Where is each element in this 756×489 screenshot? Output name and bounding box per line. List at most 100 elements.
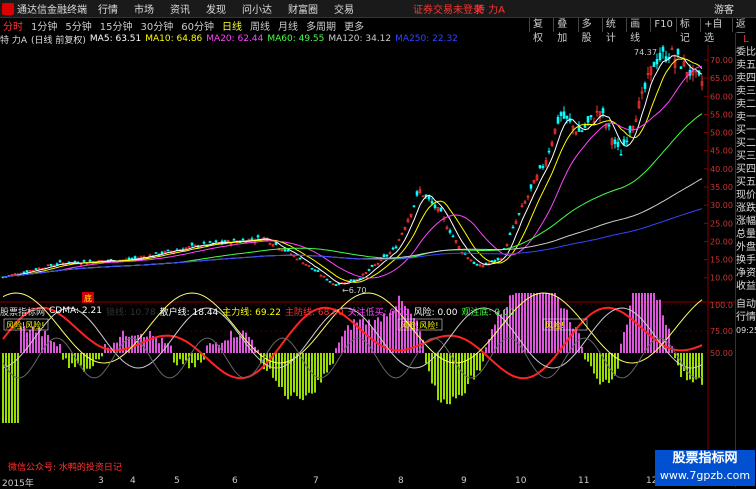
indicator-bar-up bbox=[20, 326, 22, 353]
draw-line-button[interactable]: 画线 bbox=[626, 18, 650, 44]
candle-body bbox=[133, 256, 137, 259]
trade-login-status[interactable]: 证券交易未登录 bbox=[413, 1, 483, 16]
indicator-bar-down bbox=[284, 353, 286, 396]
tab-intraday[interactable]: 分时 bbox=[2, 18, 24, 33]
candle-body bbox=[451, 235, 455, 238]
guest-user[interactable]: 游客 bbox=[714, 1, 734, 16]
indicator-bar-up bbox=[515, 293, 517, 353]
tab-daily[interactable]: 日线 bbox=[221, 18, 243, 33]
panel-auto[interactable]: 自动 bbox=[736, 298, 756, 311]
back-button[interactable]: 返回 bbox=[731, 18, 756, 44]
date-axis: 2015年 3 4 5 6 7 8 9 10 11 12 bbox=[0, 476, 657, 489]
date-tick-5: 5 bbox=[174, 476, 180, 486]
panel-turnover: 换手 bbox=[736, 255, 756, 266]
tab-multi-period[interactable]: 多周期 bbox=[305, 18, 337, 33]
tab-1min[interactable]: 1分钟 bbox=[30, 18, 58, 33]
price-tick-label: 35.00 bbox=[710, 183, 733, 192]
panel-bid4: 买四 bbox=[736, 164, 756, 175]
tab-5min[interactable]: 5分钟 bbox=[64, 18, 92, 33]
menu-item-wealth[interactable]: 财富圈 bbox=[288, 1, 318, 16]
indicator-bar-down bbox=[470, 353, 472, 376]
multi-stock-button[interactable]: 多股 bbox=[577, 18, 602, 44]
candle-body bbox=[283, 249, 287, 252]
tab-weekly[interactable]: 周线 bbox=[249, 18, 271, 33]
indicator-bar-up bbox=[341, 336, 343, 353]
tab-monthly[interactable]: 月线 bbox=[277, 18, 299, 33]
indicator-bar-up bbox=[659, 299, 661, 353]
indicator-bar-down bbox=[587, 353, 589, 362]
panel-quote[interactable]: 行情 bbox=[736, 311, 756, 324]
candle-body bbox=[370, 264, 374, 267]
indicator-bar-up bbox=[581, 346, 583, 353]
indicator-bar-up bbox=[53, 342, 55, 353]
candle-body bbox=[433, 204, 437, 208]
indicator-bar-down bbox=[701, 353, 703, 385]
indicator-bar-down bbox=[68, 353, 70, 369]
tab-30min[interactable]: 30分钟 bbox=[139, 18, 174, 33]
f10-button[interactable]: F10 bbox=[650, 18, 675, 32]
indicator-bar-down bbox=[176, 353, 178, 366]
panel-change-pct: 涨幅 bbox=[736, 216, 756, 227]
ma250-label: MA250: 22.32 bbox=[395, 34, 458, 44]
price-tick-label: 65.00 bbox=[710, 74, 733, 83]
date-tick-7: 7 bbox=[313, 476, 319, 486]
menu-item-trade[interactable]: 交易 bbox=[334, 1, 354, 16]
panel-commit-ratio: 委比 bbox=[736, 47, 756, 58]
indicator-bar-down bbox=[275, 353, 277, 381]
candle-body bbox=[559, 112, 563, 116]
candle-body bbox=[367, 269, 371, 271]
panel-ask4: 卖四 bbox=[736, 73, 756, 84]
ma60-label: MA60: 49.55 bbox=[267, 34, 325, 44]
menu-item-quotes[interactable]: 行情 bbox=[98, 1, 118, 16]
candle-body bbox=[565, 115, 569, 119]
menu-item-market[interactable]: 市场 bbox=[134, 1, 154, 16]
indicator-bar-down bbox=[434, 353, 436, 386]
panel-volume: 总量 bbox=[736, 229, 756, 240]
candle-body bbox=[625, 140, 629, 143]
indicator-bar-up bbox=[632, 293, 634, 353]
tab-more[interactable]: 更多 bbox=[343, 18, 365, 33]
candle-body bbox=[448, 230, 452, 233]
candle-body bbox=[643, 82, 647, 89]
indicator-bar-down bbox=[299, 353, 301, 399]
panel-outer-volume: 外盘 bbox=[736, 242, 756, 253]
candle-body bbox=[583, 125, 587, 128]
menu-item-news[interactable]: 资讯 bbox=[170, 1, 190, 16]
indicator-bar-up bbox=[626, 324, 628, 353]
candle-body bbox=[256, 235, 260, 238]
ma250-line bbox=[2, 208, 703, 278]
main-chart-header: 特 力A (日线 前复权) MA5: 63.51 MA10: 64.86 MA2… bbox=[0, 33, 462, 46]
ind-watch-buy: 关注低买: 0.00 bbox=[347, 307, 410, 318]
tab-60min[interactable]: 60分钟 bbox=[180, 18, 215, 33]
indicator-bar-down bbox=[479, 353, 481, 371]
restore-rights-button[interactable]: 复权 bbox=[529, 18, 553, 44]
candle-body bbox=[232, 239, 236, 241]
candle-body bbox=[295, 258, 299, 261]
statistics-button[interactable]: 统计 bbox=[601, 18, 626, 44]
candle-body bbox=[301, 262, 305, 265]
indicator-bar-up bbox=[29, 329, 31, 353]
indicator-header: 股票指标网 CDMA: 2.21 锁线: 10.78 散户线: 18.44 主力… bbox=[0, 305, 518, 318]
indicator-bar-up bbox=[620, 343, 622, 353]
candle-body bbox=[538, 165, 542, 169]
tab-15min[interactable]: 15分钟 bbox=[99, 18, 134, 33]
price-tick-label: 20.00 bbox=[710, 237, 733, 246]
indicator-bar-down bbox=[686, 353, 688, 381]
mark-button[interactable]: 标记 bbox=[675, 18, 700, 44]
price-tick-label: 70.00 bbox=[710, 56, 733, 65]
candle-body bbox=[586, 116, 590, 123]
candle-body bbox=[658, 52, 662, 61]
kline-chart[interactable]: 70.00 65.00 60.00 55.00 50.00 45.00 40.00 35.00… bbox=[0, 45, 735, 476]
add-watchlist-button[interactable]: +自选 bbox=[700, 18, 732, 44]
menu-item-discover[interactable]: 发现 bbox=[206, 1, 226, 16]
panel-ask2: 卖二 bbox=[736, 99, 756, 110]
indicator-bar-up bbox=[539, 293, 541, 353]
overlay-button[interactable]: 叠加 bbox=[553, 18, 577, 44]
candle-body bbox=[208, 241, 212, 243]
header-stock: 特 力A bbox=[0, 35, 28, 46]
indicator-bar-down bbox=[182, 353, 184, 365]
indicator-bar-down bbox=[95, 353, 97, 360]
ma10-label: MA10: 64.86 bbox=[145, 34, 203, 44]
indicator-bar-up bbox=[629, 305, 631, 353]
menu-item-ask[interactable]: 问小达 bbox=[242, 1, 272, 16]
